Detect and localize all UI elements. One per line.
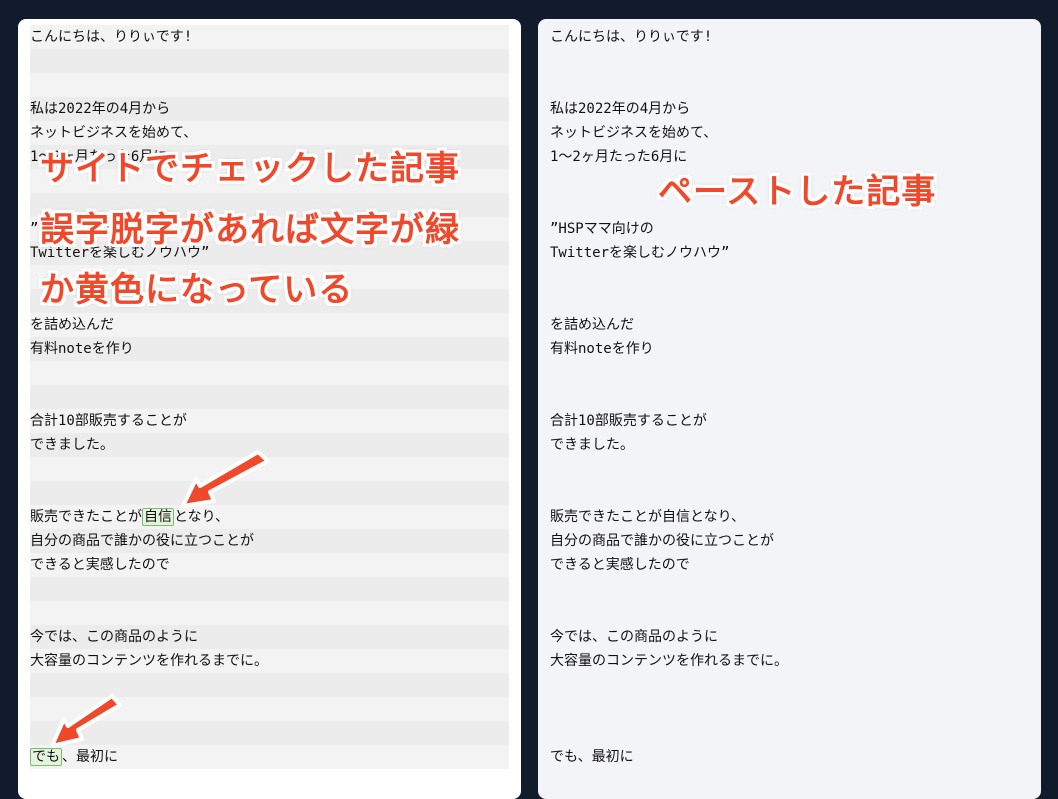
typo-highlight: でも [30,748,62,766]
text-line: 私は2022年の4月から [30,97,509,121]
text-line: 今では、この商品のように [550,629,718,645]
text-line: できると実感したので [550,557,690,573]
pasted-article-lines: こんにちは、りりぃです! 私は2022年の4月から ネットビジネスを始めて、 1… [550,25,1041,769]
text-line [30,481,509,505]
text-line [550,697,1041,721]
text-line: 私は2022年の4月から [550,101,691,117]
text-line-with-highlight: でも 、最初に [30,745,509,769]
text-line [550,289,1041,313]
text-line: 販売できたことが自信となり、 [550,509,746,525]
text-line: でも、最初に [550,749,634,765]
text-line: 有料noteを作り [30,337,509,361]
text-line-with-highlight: 販売できたことが 自信 となり、 [30,505,509,529]
text-line: こんにちは、りりぃです! [550,29,713,45]
text-line [550,265,1041,289]
text-line: Twitterを楽しむノウハウ” [550,245,730,261]
text-line [550,721,1041,745]
text-line: できると実感したので [30,553,509,577]
text-line [30,601,509,625]
text-segment: 販売できたことが [30,509,142,525]
text-line [30,721,509,745]
text-line: 今では、この商品のように [30,625,509,649]
text-line: できました。 [30,433,509,457]
text-line: ”HSPママ向けの [550,221,654,237]
text-line: ネットビジネスを始めて、 [550,125,718,141]
text-line [550,481,1041,505]
text-segment: となり、 [174,509,230,525]
text-line [30,697,509,721]
text-line [550,385,1041,409]
text-line [30,73,509,97]
text-line [550,673,1041,697]
text-line [30,49,509,73]
text-line [550,457,1041,481]
text-line: 自分の商品で誰かの役に立つことが [550,533,774,549]
text-line: 合計10部販売することが [550,413,707,429]
text-line: できました。 [550,437,634,453]
text-line [30,457,509,481]
text-line: 自分の商品で誰かの役に立つことが [30,529,509,553]
text-line [550,49,1041,73]
text-line: を詰め込んだ [550,317,634,333]
text-line [550,601,1041,625]
text-line [30,361,509,385]
text-line [30,385,509,409]
highlight-explanation-line1: 誤字脱字があれば文字が緑 [40,210,460,250]
text-line [30,577,509,601]
text-line: 有料noteを作り [550,341,654,357]
text-line [550,577,1041,601]
text-line: を詰め込んだ [30,313,509,337]
text-line [550,361,1041,385]
text-line [550,73,1041,97]
pasted-article-caption: ペーストした記事 [658,172,937,212]
highlight-explanation-line2: か黄色になっている [40,270,354,310]
text-line: 大容量のコンテンツを作れるまでに。 [550,653,788,669]
text-line: 大容量のコンテンツを作れるまでに。 [30,649,509,673]
text-segment: 、最初に [62,749,118,765]
text-line: こんにちは、りりぃです! [30,25,509,49]
typo-highlight: 自信 [142,508,174,526]
checked-article-caption: サイトでチェックした記事 [40,149,460,189]
checked-article-panel: こんにちは、りりぃです! 私は2022年の4月から ネットビジネスを始めて、 1… [18,19,521,799]
text-line [30,673,509,697]
text-line: 合計10部販売することが [30,409,509,433]
pasted-article-panel: こんにちは、りりぃです! 私は2022年の4月から ネットビジネスを始めて、 1… [538,19,1041,799]
checked-article-lines: こんにちは、りりぃです! 私は2022年の4月から ネットビジネスを始めて、 1… [30,25,509,769]
